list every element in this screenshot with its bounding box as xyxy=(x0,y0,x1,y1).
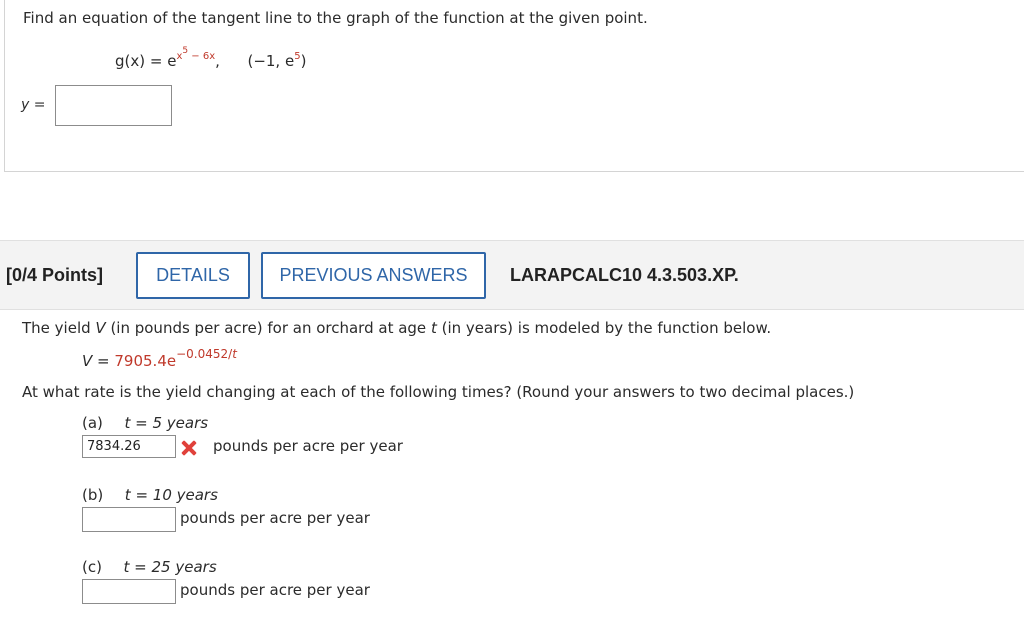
point-close: ) xyxy=(300,52,307,70)
part-a-header: (a) t = 5 years xyxy=(82,414,208,432)
part-c-unit: pounds per acre per year xyxy=(180,581,370,599)
points-label: [0/4 Points] xyxy=(6,265,104,285)
part-a-unit: pounds per acre per year xyxy=(213,437,403,455)
details-button[interactable]: DETAILS xyxy=(136,252,250,299)
function-expression: g(x) = ex5 − 6x, (−1, e5) xyxy=(115,47,307,71)
formula-exponent-value: −0.0452/ xyxy=(176,347,233,361)
part-b-answer-input[interactable] xyxy=(82,507,176,532)
formula-lhs: V = xyxy=(82,352,115,370)
intro-text-b: (in pounds per acre) for an orchard at a… xyxy=(105,319,431,337)
exponent-power: 5 xyxy=(182,46,189,56)
problem-id: LARAPCALC10 4.3.503.XP. xyxy=(510,265,739,285)
part-b-time: t = 10 years xyxy=(124,486,218,504)
tangent-line-answer-input[interactable] xyxy=(55,85,172,126)
problem-1-panel: Find an equation of the tangent line to … xyxy=(4,0,1024,172)
formula-coefficient: 7905.4e xyxy=(114,352,177,370)
function-lhs: g(x) = e xyxy=(115,52,177,70)
part-c-answer-input[interactable] xyxy=(82,579,176,604)
part-b-header: (b) t = 10 years xyxy=(82,486,218,504)
part-c-time: t = 25 years xyxy=(123,558,217,576)
point-power: 5 xyxy=(294,51,301,62)
problem-1-prompt: Find an equation of the tangent line to … xyxy=(23,9,648,27)
intro-text-c: (in years) is modeled by the function be… xyxy=(436,319,772,337)
part-c-header: (c) t = 25 years xyxy=(82,558,217,576)
function-exponent: x5 − 6x xyxy=(176,47,216,62)
problem-2-intro: The yield V (in pounds per acre) for an … xyxy=(22,319,771,337)
part-b-label: (b) xyxy=(82,486,104,504)
problem-2-header: [0/4 Points] DETAILS PREVIOUS ANSWERS LA… xyxy=(0,240,1024,310)
intro-var-v: V xyxy=(95,319,106,337)
part-c-label: (c) xyxy=(82,558,102,576)
formula-exponent-t: t xyxy=(232,347,237,361)
comma: , xyxy=(215,52,220,70)
part-a-time: t = 5 years xyxy=(124,414,209,432)
part-b-unit: pounds per acre per year xyxy=(180,509,370,527)
part-a-label: (a) xyxy=(82,414,103,432)
incorrect-x-icon xyxy=(181,440,197,456)
formula-exponent: −0.0452/t xyxy=(176,347,237,361)
problem-2-question: At what rate is the yield changing at ea… xyxy=(22,383,855,401)
previous-answers-button[interactable]: PREVIOUS ANSWERS xyxy=(261,252,486,299)
answer-label-y: y = xyxy=(21,97,46,113)
exponent-tail: − 6x xyxy=(188,51,216,62)
yield-formula: V = 7905.4e−0.0452/t xyxy=(82,348,237,370)
part-a-answer-input[interactable] xyxy=(82,435,176,458)
intro-text-a: The yield xyxy=(22,319,96,337)
given-point: (−1, e5) xyxy=(247,51,307,71)
point-open: (−1, e xyxy=(247,52,295,70)
